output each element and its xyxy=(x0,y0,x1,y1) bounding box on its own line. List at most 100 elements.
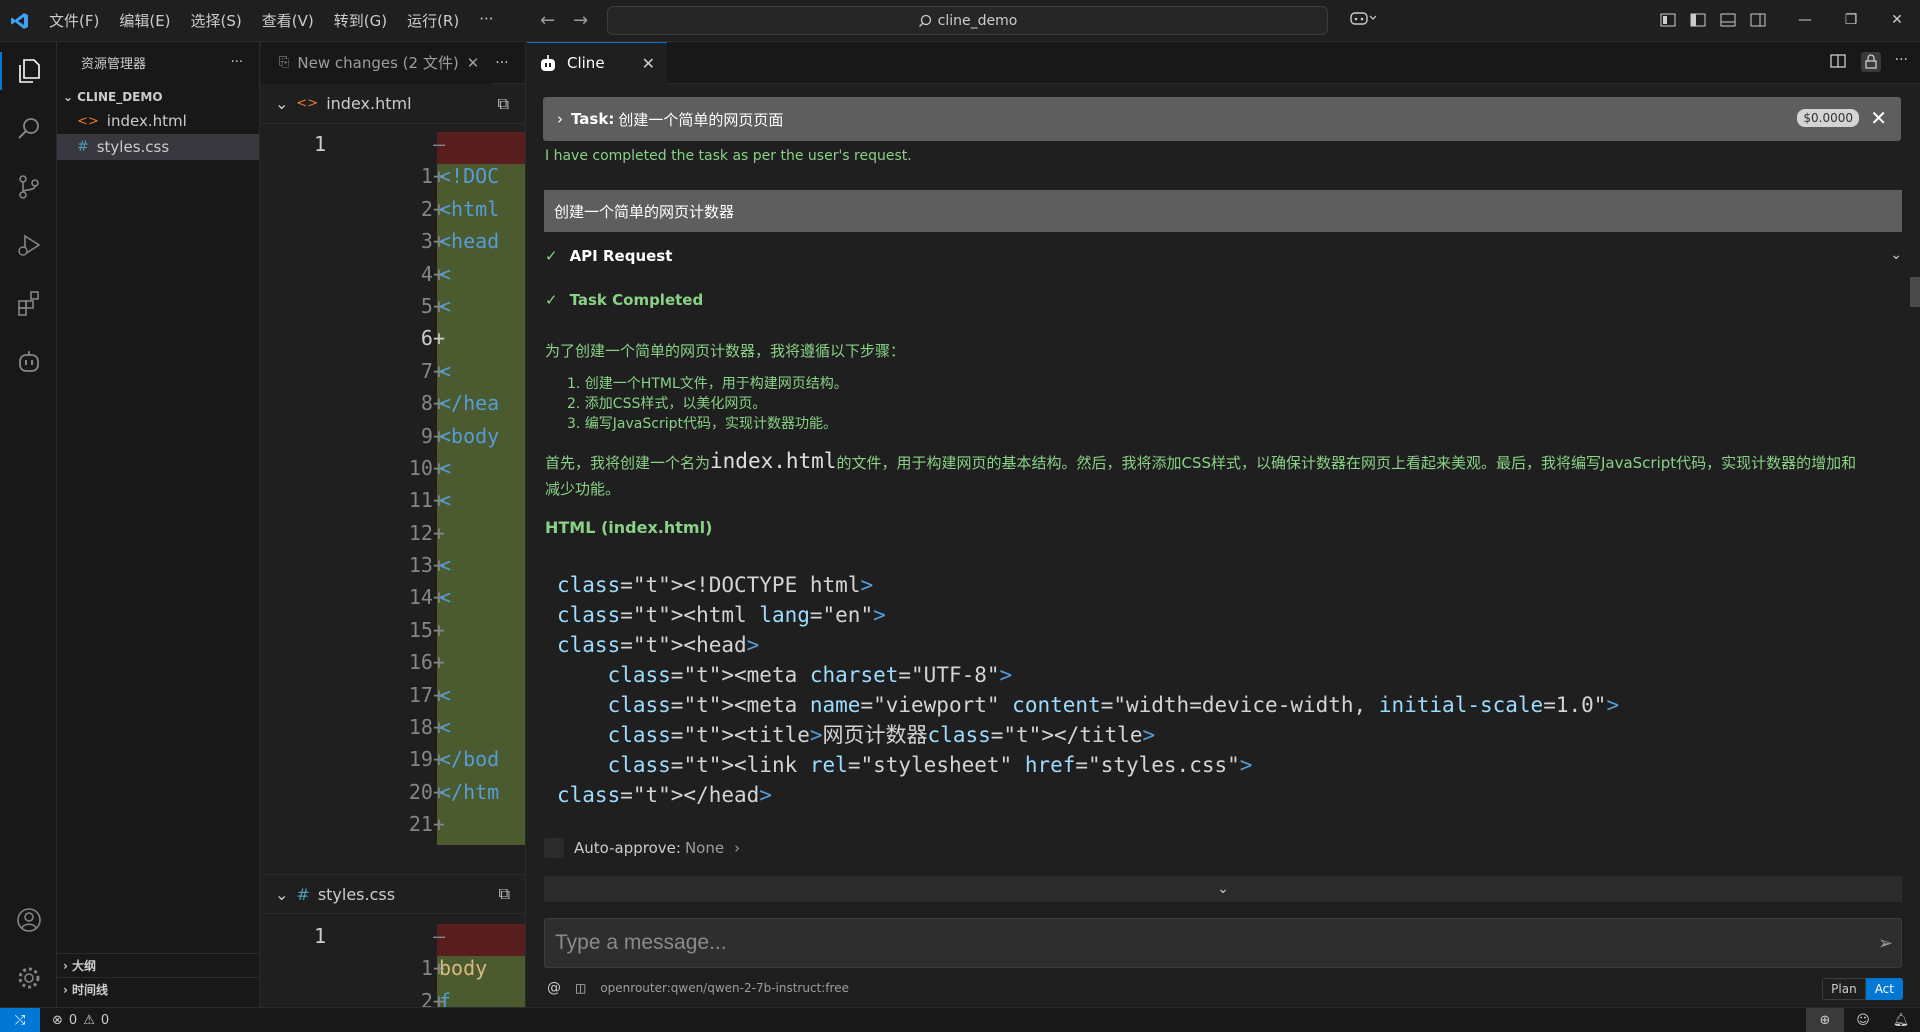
cline-bot-icon[interactable] xyxy=(0,332,57,390)
added-line-bg xyxy=(437,617,525,651)
timeline-label: 时间线 xyxy=(71,983,108,997)
account-icon[interactable] xyxy=(0,891,57,949)
workspace-root[interactable]: ⌄ CLINE_DEMO xyxy=(57,86,259,108)
api-request-row[interactable]: ✓ API Request xyxy=(545,247,672,265)
toggle-secondary-sidebar-icon[interactable] xyxy=(1750,12,1766,28)
plan-paragraph-line2: 减少功能。 xyxy=(545,480,621,498)
explorer-icon[interactable] xyxy=(0,42,57,100)
diff-row: 6+ xyxy=(261,326,525,359)
menu-more[interactable]: ··· xyxy=(470,6,502,35)
menu-file[interactable]: 文件(F) xyxy=(40,6,108,35)
outline-label: 大纲 xyxy=(71,959,96,973)
run-debug-icon[interactable] xyxy=(0,216,57,274)
minimize-icon[interactable]: — xyxy=(1782,0,1828,40)
file-item-index-html[interactable]: <> index.html xyxy=(57,108,259,134)
chevron-right-icon: › xyxy=(557,110,563,128)
outline-section[interactable]: › 大纲 xyxy=(57,953,260,977)
source-control-icon[interactable] xyxy=(0,158,57,216)
menu-go[interactable]: 转到(G) xyxy=(325,6,396,35)
diff-file-header-styles-css[interactable]: ⌄ # styles.css ⧉ xyxy=(261,874,525,914)
plan-mode-button[interactable]: Plan xyxy=(1822,978,1866,1000)
diff-file-header-index-html[interactable]: ⌄ <> index.html ⧉ xyxy=(261,84,525,124)
close-window-icon[interactable]: ✕ xyxy=(1874,0,1920,40)
expand-chevron-icon[interactable]: ⌄ xyxy=(1890,247,1902,263)
scroll-to-bottom-button[interactable]: ⌄ xyxy=(544,876,1902,902)
open-file-icon[interactable]: ⧉ xyxy=(499,884,510,904)
editor-more-icon[interactable]: ··· xyxy=(495,55,508,71)
menu-bar: 文件(F) 编辑(E) 选择(S) 查看(V) 转到(G) 运行(R) ··· xyxy=(40,6,503,35)
api-request-label: API Request xyxy=(569,247,673,265)
copilot-icon[interactable] xyxy=(1350,10,1376,26)
close-tab-icon[interactable]: ✕ xyxy=(642,54,655,73)
act-mode-button[interactable]: Act xyxy=(1865,978,1903,1000)
back-arrow-icon[interactable]: ← xyxy=(540,10,555,31)
message-input-box: ➢ xyxy=(544,918,1902,968)
auto-approve-checkbox[interactable] xyxy=(544,838,564,858)
customize-layout-icon[interactable] xyxy=(1660,12,1676,28)
command-center[interactable]: cline_demo xyxy=(607,6,1328,35)
editor-group: ⎘ New changes (2 文件) ✕ ··· ⌄ <> index.ht… xyxy=(261,42,526,1007)
code-text: <head xyxy=(439,229,500,254)
removed-line-bg xyxy=(437,924,525,957)
code-text: < xyxy=(439,682,452,707)
close-task-icon[interactable]: ✕ xyxy=(1870,106,1887,130)
nav-arrows: ← → xyxy=(540,10,588,31)
task-text: 创建一个简单的网页页面 xyxy=(618,110,784,129)
lock-icon[interactable] xyxy=(1860,52,1881,72)
diff-view-index-html[interactable]: 1–1+ <!DOC 2+ <html 3+ <head 4+ <5+ <6+ 7+ <8+ </he… xyxy=(261,124,525,845)
vscode-logo-icon xyxy=(0,0,40,42)
left-line-number: 1 xyxy=(314,924,327,948)
list-item: 3. 编写JavaScript代码，实现计数器功能。 xyxy=(567,416,837,432)
toggle-panel-icon[interactable] xyxy=(1720,12,1736,28)
menu-selection[interactable]: 选择(S) xyxy=(182,6,251,35)
send-icon[interactable]: ➢ xyxy=(1878,933,1893,954)
problems-indicator[interactable]: ⊗ 0 ⚠ 0 xyxy=(52,1013,109,1028)
chevron-down-icon: ⌄ xyxy=(275,94,289,113)
mention-icon[interactable]: @ xyxy=(547,980,561,996)
line-gap-marker: – xyxy=(432,924,445,948)
para-prefix: 首先，我将创建一个名为 xyxy=(545,454,711,472)
steps-list: 1. 创建一个HTML文件，用于构建网页结构。 2. 添加CSS样式，以美化网页… xyxy=(567,374,848,434)
notifications-bell-icon[interactable]: 🔔︎ xyxy=(1882,1008,1920,1032)
file-item-styles-css[interactable]: # styles.css xyxy=(57,134,259,160)
task-header[interactable]: › Task: 创建一个简单的网页页面 $0.0000 ✕ xyxy=(543,97,1901,141)
tab-new-changes[interactable]: ⎘ New changes (2 文件) ✕ xyxy=(261,42,492,84)
auto-approve-row[interactable]: Auto-approve: None › xyxy=(544,838,740,858)
menu-edit[interactable]: 编辑(E) xyxy=(110,6,179,35)
zoom-icon[interactable]: ⊕ xyxy=(1806,1008,1844,1032)
open-file-icon[interactable]: ⧉ xyxy=(498,94,509,114)
menu-view[interactable]: 查看(V) xyxy=(253,6,323,35)
restore-icon[interactable]: ❐ xyxy=(1828,0,1874,40)
remote-icon[interactable]: ⤭ xyxy=(0,1007,40,1032)
diff-row: 1+ <!DOC xyxy=(261,164,525,197)
model-selector[interactable]: openrouter:qwen/qwen-2-7b-instruct:free xyxy=(600,981,849,995)
added-line-bg xyxy=(437,326,525,359)
tab-cline[interactable]: Cline ✕ xyxy=(527,41,667,84)
toggle-primary-sidebar-icon[interactable] xyxy=(1690,12,1706,28)
message-input[interactable] xyxy=(555,931,1835,955)
forward-arrow-icon[interactable]: → xyxy=(573,10,588,31)
diff-icon: ⎘ xyxy=(279,55,290,70)
search-view-icon[interactable] xyxy=(0,100,57,158)
diff-row: 12+ xyxy=(261,520,525,554)
image-icon[interactable]: ◫ xyxy=(575,981,586,995)
chevron-down-icon: ⌄ xyxy=(63,90,74,104)
more-actions-icon[interactable]: ··· xyxy=(231,55,243,70)
diff-row: 8+ </hea xyxy=(261,391,525,424)
panel-more-icon[interactable]: ··· xyxy=(1895,52,1908,72)
task-label: Task: xyxy=(571,110,615,128)
menu-run[interactable]: 运行(R) xyxy=(398,6,468,35)
diff-view-styles-css[interactable]: 1–1+body2+f3+b xyxy=(261,924,525,1007)
tab-label: New changes (2 文件) xyxy=(297,54,459,72)
scrollbar-thumb[interactable] xyxy=(1910,277,1920,307)
settings-gear-icon[interactable] xyxy=(0,949,57,1007)
code-text: f xyxy=(439,988,452,1007)
split-editor-icon[interactable] xyxy=(1829,52,1847,70)
extensions-icon[interactable] xyxy=(0,274,57,332)
diff-row: 13+ < xyxy=(261,553,525,586)
close-tab-icon[interactable]: ✕ xyxy=(467,54,480,72)
copilot-status-icon[interactable]: ☺ xyxy=(1844,1008,1882,1032)
diff-row: 15+ xyxy=(261,617,525,651)
timeline-section[interactable]: › 时间线 xyxy=(57,977,260,1001)
code-text: < xyxy=(439,261,452,286)
